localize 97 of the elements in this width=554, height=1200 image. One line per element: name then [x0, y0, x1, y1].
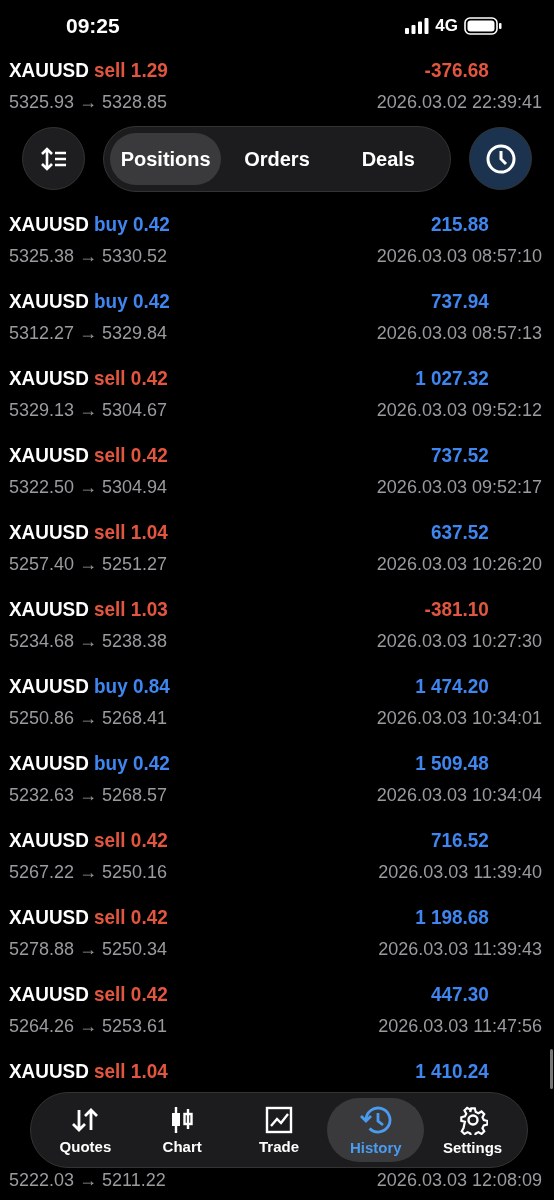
deal-time: 2026.03.03 10:26:20	[376, 553, 542, 575]
deal-side: sell	[94, 982, 126, 1005]
symbol-label: XAUUSD	[9, 674, 89, 697]
price-range: 5232.63 → 5268.57	[9, 784, 168, 806]
symbol-label: XAUUSD	[9, 443, 89, 466]
deal-side: sell	[94, 366, 126, 389]
deal-time: 2026.03.03 10:34:01	[376, 707, 542, 729]
deal-time: 2026.03.03 09:52:12	[376, 399, 542, 421]
scrollbar	[550, 1049, 553, 1089]
deal-volume: 0.42	[130, 366, 168, 389]
nav-tab[interactable]: Chart	[133, 1098, 231, 1162]
nav-tab[interactable]: History	[327, 1098, 425, 1162]
price-range: 5325.38 → 5330.52	[9, 245, 168, 267]
deal-time: 2026.03.03 08:57:10	[376, 245, 542, 267]
profit-value: 1 474.20	[415, 674, 489, 698]
deal-side: sell	[94, 1059, 126, 1082]
profit-value: 1 410.24	[415, 1059, 489, 1083]
settings-icon	[457, 1104, 488, 1135]
price-range: 5264.26 → 5253.61	[9, 1015, 168, 1037]
deal-time: 2026.03.03 11:47:56	[378, 1015, 542, 1037]
deal-time: 2026.03.02 22:39:41	[376, 91, 542, 113]
tab[interactable]: Positions	[110, 133, 222, 185]
profit-value: -376.68	[424, 58, 489, 82]
signal-icon	[405, 18, 430, 34]
symbol-label: XAUUSD	[9, 58, 89, 81]
symbol-label: XAUUSD	[9, 597, 89, 620]
symbol-label: XAUUSD	[9, 905, 89, 928]
profit-value: 637.52	[430, 520, 489, 544]
symbol-label: XAUUSD	[9, 212, 89, 235]
deal-volume: 1.29	[130, 58, 168, 81]
price-range: 5250.86 → 5268.41	[9, 707, 168, 729]
profit-value: 716.52	[430, 828, 489, 852]
deal-volume: 0.42	[132, 751, 170, 774]
deal-time: 2026.03.03 09:52:17	[376, 476, 542, 498]
price-range: 5322.50 → 5304.94	[9, 476, 168, 498]
deal-side: sell	[94, 905, 126, 928]
deal-time: 2026.03.03 10:34:04	[376, 784, 542, 806]
symbol-label: XAUUSD	[9, 982, 89, 1005]
price-range: 5329.13 → 5304.67	[9, 399, 168, 421]
profit-value: 1 198.68	[415, 905, 489, 929]
network-label: 4G	[435, 16, 458, 36]
profit-value: 737.94	[430, 289, 489, 313]
nav-tab[interactable]: Settings	[424, 1098, 521, 1162]
price-range: 5257.40 → 5251.27	[9, 553, 168, 575]
deal-side: sell	[94, 828, 126, 851]
history-icon	[359, 1104, 392, 1135]
battery-icon	[464, 17, 502, 35]
price-range: 5312.27 → 5329.84	[9, 322, 168, 344]
deal-side: sell	[94, 520, 126, 543]
candlestick-icon	[169, 1105, 196, 1134]
symbol-label: XAUUSD	[9, 751, 89, 774]
symbol-label: XAUUSD	[9, 1059, 89, 1082]
deal-side: buy	[94, 751, 128, 774]
profit-value: 215.88	[430, 212, 489, 236]
price-range: 5278.88 → 5250.34	[9, 938, 168, 960]
price-range: 5222.03 → 5211.22	[9, 1169, 166, 1191]
profit-value: 1 509.48	[415, 751, 489, 775]
line-chart-icon	[265, 1105, 293, 1134]
symbol-label: XAUUSD	[9, 289, 89, 312]
deal-volume: 0.42	[130, 828, 168, 851]
clock-icon	[484, 142, 517, 175]
deal-volume: 1.03	[130, 597, 168, 620]
deal-time: 2026.03.03 12:08:09	[376, 1169, 542, 1191]
status-time: 09:25	[66, 14, 120, 38]
nav-tab[interactable]: Trade	[230, 1098, 328, 1162]
deal-volume: 0.42	[132, 289, 170, 312]
symbol-label: XAUUSD	[9, 828, 89, 851]
deal-side: buy	[94, 674, 128, 697]
deal-side: buy	[94, 289, 128, 312]
deal-time: 2026.03.03 10:27:30	[376, 630, 542, 652]
profit-value: -381.10	[424, 597, 489, 621]
price-range: 5267.22 → 5250.16	[9, 861, 168, 883]
deal-time: 2026.03.03 11:39:40	[378, 861, 542, 883]
deal-time: 2026.03.03 08:57:13	[376, 322, 542, 344]
sort-icon	[40, 146, 67, 171]
deal-volume: 0.42	[130, 905, 168, 928]
deal-volume: 0.42	[130, 443, 168, 466]
deal-volume: 0.42	[130, 982, 168, 1005]
deal-side: buy	[94, 212, 128, 235]
nav-tab[interactable]: Quotes	[37, 1098, 134, 1162]
deal-volume: 0.84	[132, 674, 170, 697]
deal-side: sell	[94, 597, 126, 620]
deal-side: sell	[94, 58, 126, 81]
deal-volume: 1.04	[130, 1059, 168, 1082]
tab[interactable]: Orders	[221, 133, 333, 185]
price-range: 5325.93 → 5328.85	[9, 91, 168, 113]
symbol-label: XAUUSD	[9, 366, 89, 389]
tab[interactable]: Deals	[332, 133, 444, 185]
profit-value: 1 027.32	[415, 366, 489, 390]
price-range: 5234.68 → 5238.38	[9, 630, 168, 652]
deal-volume: 1.04	[130, 520, 168, 543]
profit-value: 737.52	[430, 443, 489, 467]
deal-side: sell	[94, 443, 126, 466]
symbol-label: XAUUSD	[9, 520, 89, 543]
deal-volume: 0.42	[132, 212, 170, 235]
deal-time: 2026.03.03 11:39:43	[378, 938, 542, 960]
profit-value: 447.30	[430, 982, 489, 1006]
